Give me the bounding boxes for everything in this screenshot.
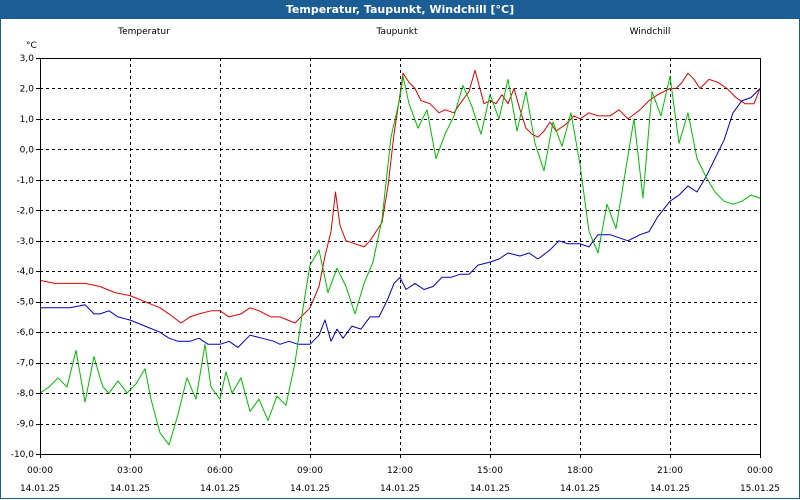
line-chart: 3,0 2,0 1,0 0,0 -1,0 -2,0 -3,0 -4,0 -5,0 -6,0 -7,0… [11,27,780,494]
x-tick-date-label: 14.01.25 [380,484,420,494]
x-tick-time-label: 12:00 [387,466,413,476]
y-axis-label: °C [26,41,37,51]
y-tick-label: -6,0 [16,328,34,338]
grid [40,58,761,455]
legend-windchill: Windchill [630,27,671,37]
x-tick-date-label: 14.01.25 [110,484,150,494]
x-tick-time-label: 15:00 [477,466,503,476]
x-tick-date-label: 14.01.25 [20,484,60,494]
x-tick-date-label: 14.01.25 [560,484,600,494]
legend-temperature: Temperatur [117,27,170,37]
x-tick-time-label: 00:00 [27,466,53,476]
x-tick-time-label: 06:00 [207,466,233,476]
x-tick-date-label: 14.01.25 [650,484,690,494]
legend-dewpoint: Taupunkt [375,27,418,37]
y-tick-label: -2,0 [16,206,34,216]
y-tick-label: -1,0 [16,176,34,186]
y-tick-label: -3,0 [16,237,34,247]
y-tick-label: 3,0 [20,54,35,64]
x-tick-date-label: 14.01.25 [200,484,240,494]
legend: Temperatur Taupunkt Windchill [117,27,670,37]
x-tick-date-label: 15.01.25 [740,484,780,494]
y-tick-label: -10,0 [11,450,35,460]
y-tick-label: 2,0 [20,84,35,94]
y-tick-label: -8,0 [16,389,34,399]
x-tick-time-label: 03:00 [117,466,143,476]
y-tick-label: -5,0 [16,298,34,308]
y-axis-ticks: 3,0 2,0 1,0 0,0 -1,0 -2,0 -3,0 -4,0 -5,0 -6,0 -7,0… [11,54,40,460]
x-tick-time-label: 18:00 [567,466,593,476]
x-tick-time-label: 09:00 [297,466,323,476]
y-tick-label: -7,0 [16,359,34,369]
y-tick-label: -9,0 [16,420,34,430]
x-tick-time-label: 00:00 [747,466,773,476]
dewpoint-line [40,88,761,348]
y-tick-label: 1,0 [20,115,35,125]
y-tick-label: 0,0 [20,145,35,155]
y-tick-label: -4,0 [16,267,34,277]
chart-title-bar: Temperatur, Taupunkt, Windchill [°C] [0,0,800,19]
x-axis-ticks: 00:00 14.01.25 03:00 14.01.25 06:00 14.01.25 0… [20,454,780,494]
x-tick-time-label: 21:00 [657,466,683,476]
x-tick-date-label: 14.01.25 [470,484,510,494]
x-tick-date-label: 14.01.25 [290,484,330,494]
chart-title: Temperatur, Taupunkt, Windchill [°C] [285,3,515,16]
